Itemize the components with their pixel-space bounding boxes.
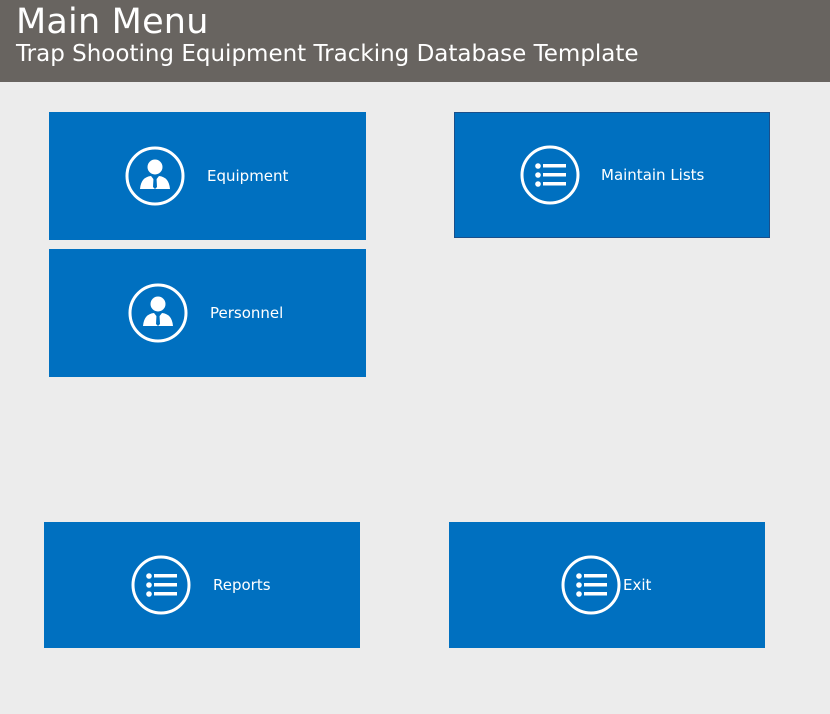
reports-label: Reports [213,576,271,594]
header-bar: Main Menu Trap Shooting Equipment Tracki… [0,0,830,82]
person-icon [125,146,185,206]
maintain-lists-label: Maintain Lists [601,166,705,184]
list-icon [561,555,621,615]
list-icon [131,555,191,615]
page-subtitle: Trap Shooting Equipment Tracking Databas… [16,41,639,67]
list-icon [520,145,580,205]
reports-button[interactable]: Reports [44,522,360,648]
equipment-label: Equipment [207,167,289,185]
person-icon [128,283,188,343]
equipment-button[interactable]: Equipment [49,112,366,240]
exit-label: Exit [623,576,652,594]
personnel-button[interactable]: Personnel [49,249,366,377]
personnel-label: Personnel [210,304,284,322]
maintain-lists-button[interactable]: Maintain Lists [454,112,770,238]
page-title: Main Menu [16,2,209,42]
exit-button[interactable]: Exit [449,522,765,648]
